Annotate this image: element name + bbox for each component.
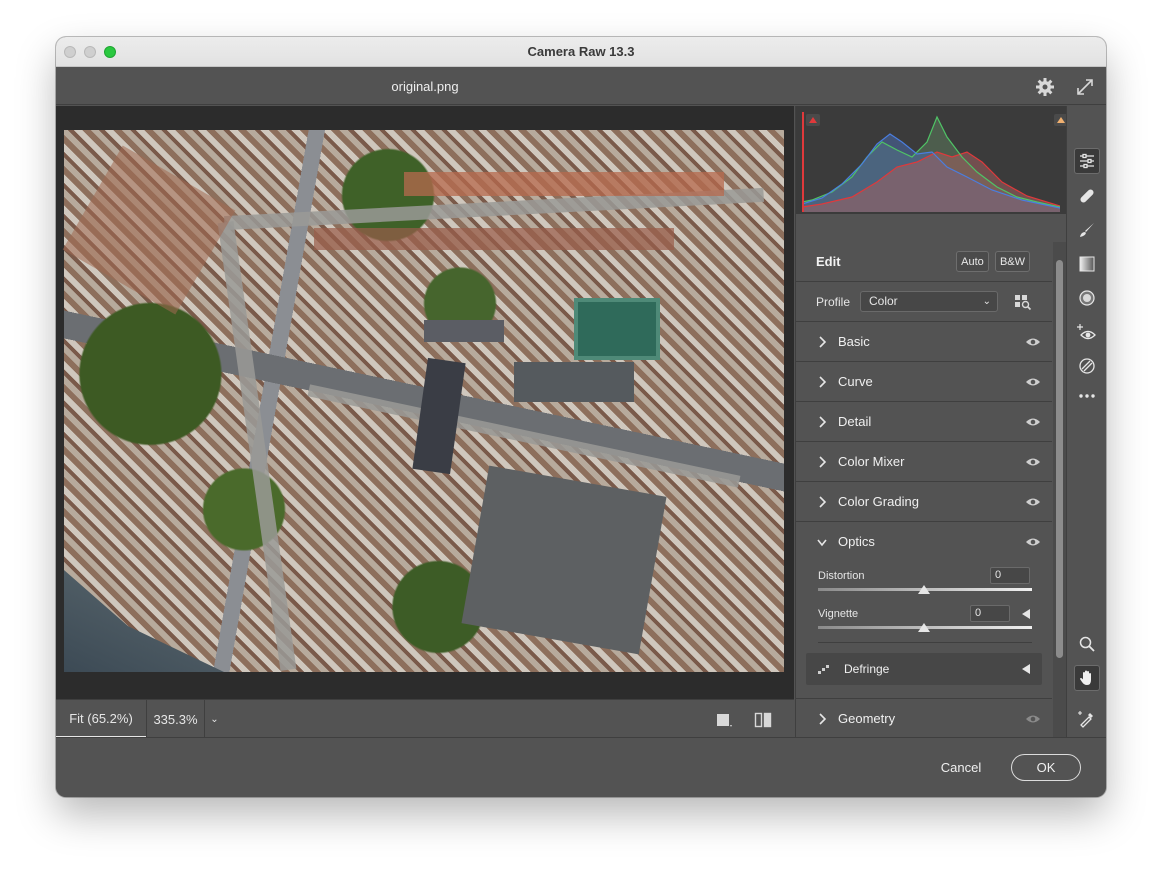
section-optics[interactable]: Optics [796, 522, 1052, 562]
eye-icon[interactable] [1025, 455, 1041, 469]
defringe-row[interactable]: Defringe [806, 653, 1042, 685]
image-canvas[interactable] [56, 106, 794, 699]
chevron-right-icon [819, 713, 827, 725]
vignette-value-input[interactable]: 0 [970, 605, 1010, 622]
section-label: Basic [838, 334, 870, 349]
section-basic[interactable]: Basic [796, 322, 1052, 362]
eye-icon[interactable] [1025, 535, 1041, 549]
chevron-down-icon [817, 539, 827, 547]
dialog-footer: Cancel OK [56, 737, 1106, 797]
section-color-grading[interactable]: Color Grading [796, 482, 1052, 522]
edit-sliders-icon[interactable] [1074, 148, 1100, 174]
vignette-slider-thumb[interactable] [918, 623, 930, 632]
section-curve[interactable]: Curve [796, 362, 1052, 402]
profile-select[interactable]: Color ⌄ [860, 291, 998, 312]
distortion-value-input[interactable]: 0 [990, 567, 1030, 584]
expand-icon[interactable] [1074, 76, 1096, 98]
aerial-photo [62, 130, 784, 672]
color-sampler-icon[interactable] [1074, 706, 1100, 732]
section-label: Color Mixer [838, 454, 905, 469]
file-name: original.png [391, 78, 459, 94]
tool-strip [1066, 106, 1106, 737]
section-label: Curve [838, 374, 873, 389]
window-title: Camera Raw 13.3 [527, 44, 635, 59]
profile-row: Profile Color ⌄ [796, 282, 1052, 322]
distortion-label: Distortion [818, 570, 865, 582]
cancel-button[interactable]: Cancel [926, 754, 996, 780]
section-label: Detail [838, 414, 872, 429]
minimize-window-button[interactable] [84, 46, 96, 58]
section-color-mixer[interactable]: Color Mixer [796, 442, 1052, 482]
section-detail[interactable]: Detail [796, 402, 1052, 442]
zoom-percent-button[interactable]: 335.3% [146, 700, 204, 738]
radial-filter-icon[interactable] [1074, 285, 1100, 311]
hand-icon[interactable] [1074, 665, 1100, 691]
single-view-icon[interactable] [716, 712, 732, 728]
eye-icon[interactable] [1025, 375, 1041, 389]
defringe-label: Defringe [844, 662, 890, 676]
chevron-down-icon[interactable]: ⌄ [204, 700, 224, 738]
section-geometry[interactable]: Geometry [796, 698, 1052, 737]
vignette-label: Vignette [818, 608, 859, 620]
eye-icon[interactable] [1025, 335, 1041, 349]
section-label: Geometry [838, 711, 896, 726]
distortion-slider-thumb[interactable] [918, 585, 930, 594]
chevron-right-icon [819, 336, 827, 348]
title-bar: Camera Raw 13.3 [56, 37, 1106, 67]
profile-label: Profile [816, 295, 851, 309]
eye-icon[interactable] [1025, 712, 1041, 726]
edit-header: Edit Auto B&W [796, 242, 1052, 282]
brush-icon[interactable] [1074, 217, 1100, 243]
section-label: Optics [838, 534, 875, 549]
close-window-button[interactable] [64, 46, 76, 58]
section-label: Color Grading [838, 494, 919, 509]
more-icon[interactable] [1074, 383, 1100, 409]
chevron-right-icon [819, 416, 827, 428]
eye-icon[interactable] [1025, 415, 1041, 429]
header-bar: original.png [56, 67, 1106, 105]
eye-icon[interactable] [1025, 495, 1041, 509]
edit-scrollbar-thumb[interactable] [1056, 260, 1063, 658]
chevron-right-icon [819, 376, 827, 388]
edit-sections: Edit Auto B&W Profile Color ⌄ Basic Curv… [796, 242, 1052, 737]
maximize-window-button[interactable] [104, 46, 116, 58]
chevron-down-icon: ⌄ [982, 296, 991, 307]
healing-icon[interactable] [1074, 183, 1100, 209]
zoom-bar: Fit (65.2%) 335.3% ⌄ [56, 699, 794, 738]
vignette-expand-arrow-icon[interactable] [1022, 609, 1030, 619]
defringe-icon [818, 665, 829, 674]
edit-panel: Edit Auto B&W Profile Color ⌄ Basic Curv… [795, 106, 1068, 737]
camera-raw-window: Camera Raw 13.3 original.png Fit (65.2%)… [56, 37, 1106, 797]
defringe-expand-arrow-icon [1022, 664, 1030, 674]
linear-gradient-icon[interactable] [1074, 251, 1100, 277]
ok-button[interactable]: OK [1011, 754, 1081, 781]
before-after-view-icon[interactable] [754, 711, 772, 729]
presets-icon[interactable] [1074, 353, 1100, 379]
edit-scrollbar[interactable] [1053, 242, 1066, 737]
gear-icon[interactable] [1034, 76, 1056, 98]
bw-button[interactable]: B&W [995, 251, 1030, 272]
zoom-fit-button[interactable]: Fit (65.2%) [56, 700, 146, 738]
chevron-right-icon [819, 456, 827, 468]
profile-browser-icon[interactable] [1014, 293, 1032, 311]
auto-button[interactable]: Auto [956, 251, 989, 272]
histogram [796, 106, 1068, 214]
profile-value: Color [869, 294, 898, 308]
chevron-right-icon [819, 496, 827, 508]
red-eye-icon[interactable] [1074, 319, 1100, 345]
edit-title: Edit [816, 254, 841, 269]
zoom-icon[interactable] [1074, 631, 1100, 657]
